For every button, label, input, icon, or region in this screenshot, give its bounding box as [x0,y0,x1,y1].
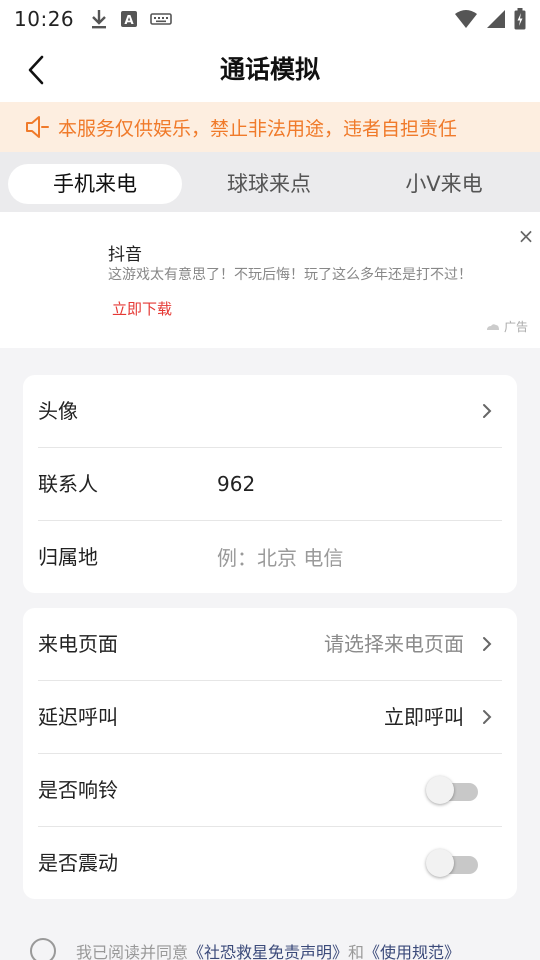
chevron-right-icon [483,710,492,724]
back-button[interactable] [18,52,54,88]
battery-icon [514,8,526,30]
delay-call-value: 立即呼叫 [384,705,464,729]
status-icons-right [454,8,526,30]
svg-text:A: A [124,13,134,27]
ad-tag-label: 广告 [504,320,529,334]
ad-tag: 广告 [486,318,528,335]
agreement-checkbox[interactable] [30,938,56,960]
settings-card: 来电页面 请选择来电页面 延迟呼叫 立即呼叫 是否响铃 是否震动 [23,608,517,899]
speaker-icon [26,116,49,138]
nav-bar: 通话模拟 [0,38,540,102]
chevron-right-icon [483,637,492,651]
call-page-label: 来电页面 [38,632,118,656]
notice-text: 本服务仅供娱乐，禁止非法用途，违者自担责任 [58,117,458,140]
toggle-knob [426,849,454,877]
tab-phone-call[interactable]: 手机来电 [8,164,182,204]
avatar-label: 头像 [38,399,78,423]
notice-bar: 本服务仅供娱乐，禁止非法用途，违者自担责任 [0,102,540,152]
tab-bar: 手机来电 球球来点 小V来电 [0,152,540,212]
agreement-prefix: 我已阅读并同意 [76,943,189,960]
status-icons-left: A [90,8,172,30]
disclaimer-link[interactable]: 《社恐救星免责声明》 [188,943,348,960]
contact-card: 头像 联系人 962 归属地 [23,375,517,593]
tab-xiaov-call[interactable]: 小V来电 [356,164,532,204]
status-time: 10:26 [14,7,75,31]
contact-row: 联系人 962 [38,448,502,521]
contact-input[interactable]: 962 [217,448,255,521]
call-page-row[interactable]: 来电页面 请选择来电页面 [38,608,502,681]
location-label: 归属地 [38,545,98,569]
usage-rules-link[interactable]: 《使用规范》 [364,943,460,960]
delay-call-row[interactable]: 延迟呼叫 立即呼叫 [38,681,502,754]
call-page-value: 请选择来电页面 [324,632,464,656]
ad-description: 这游戏太有意思了！不玩后悔！玩了这么多年还是打不过！ [108,267,472,283]
toggle-knob [426,776,454,804]
download-icon [92,10,107,29]
font-a-icon: A [121,11,138,27]
vibrate-label: 是否震动 [38,851,118,875]
ring-row: 是否响铃 [38,754,502,827]
delay-call-label: 延迟呼叫 [38,705,118,729]
vibrate-toggle[interactable] [424,849,480,877]
keyboard-icon [150,13,172,25]
ad-download-link[interactable]: 立即下载 [112,298,172,319]
page-title: 通话模拟 [219,55,320,84]
location-input[interactable] [217,541,487,575]
ring-label: 是否响铃 [38,778,118,802]
contact-label: 联系人 [38,472,98,496]
status-bar: 10:26 A [0,0,540,38]
location-row: 归属地 [38,521,502,594]
vibrate-row: 是否震动 [38,827,502,900]
agreement-text: 我已阅读并同意《社恐救星免责声明》和《使用规范》 [76,939,460,960]
avatar-row[interactable]: 头像 [38,375,502,448]
agreement-row: 我已阅读并同意《社恐救星免责声明》和《使用规范》 [30,936,530,960]
chevron-left-icon [28,55,44,85]
agreement-and: 和 [348,943,365,960]
ad-banner[interactable]: 抖音 这游戏太有意思了！不玩后悔！玩了这么多年还是打不过！ 立即下载 × 广告 [0,212,540,348]
ad-close-button[interactable]: × [514,224,538,248]
ring-toggle[interactable] [424,776,480,804]
chevron-right-icon [483,404,492,418]
signal-icon [487,10,505,28]
ad-title: 抖音 [108,245,142,265]
wifi-icon [455,10,477,28]
cloud-icon [487,323,499,330]
tab-qiuqiu-call[interactable]: 球球来点 [182,164,356,204]
